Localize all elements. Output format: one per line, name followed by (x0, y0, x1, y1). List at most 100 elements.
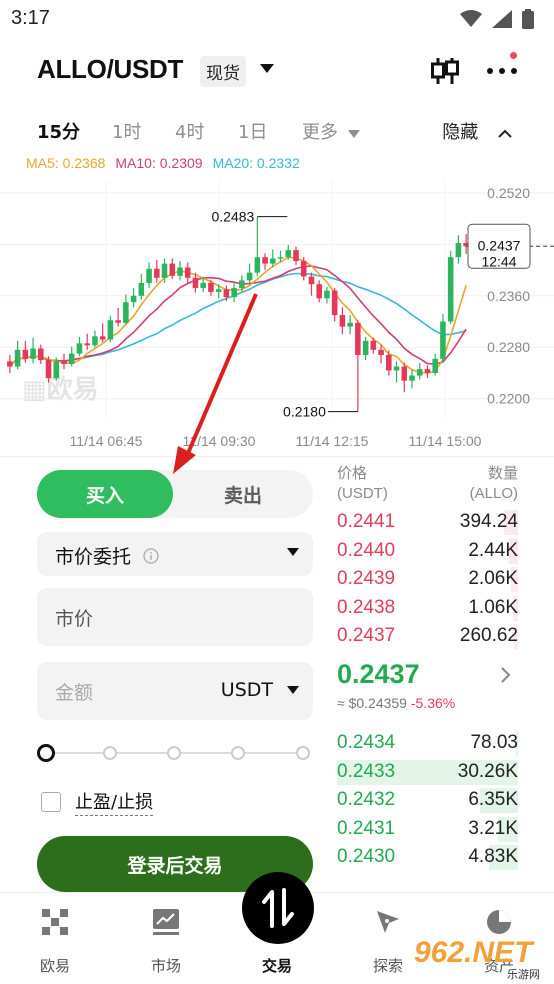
candle-body (316, 284, 322, 299)
candle-body (184, 267, 191, 278)
bid-row[interactable]: 0.2432 6.35K (337, 786, 518, 815)
x-tick-label: 11/14 12:15 (296, 433, 369, 449)
x-tick-label: 11/14 15:00 (409, 433, 482, 449)
pie-chart-icon (487, 910, 511, 934)
candle-body (169, 263, 176, 276)
battery-icon (522, 9, 534, 29)
candle-body (440, 321, 446, 359)
sell-tab[interactable]: 卖出 (173, 470, 313, 518)
order-type-label: 市价委托 (55, 542, 159, 569)
amount-field[interactable]: 金额 USDT (37, 662, 313, 720)
hide-chart-toggle[interactable]: 隐藏 (442, 118, 512, 144)
candle-body (239, 280, 245, 289)
current-price-label: 0.2437 (478, 237, 521, 253)
ask-qty: 2.06K (468, 568, 518, 590)
candle-body (130, 295, 137, 303)
candle-body (45, 360, 52, 379)
swap-arrows-icon (262, 888, 294, 928)
header-actions (430, 56, 518, 86)
amount-unit-select[interactable]: USDT (221, 679, 299, 701)
bid-price: 0.2430 (337, 846, 396, 868)
candle-body (107, 320, 114, 340)
wifi-icon (460, 10, 482, 27)
candlestick-chart[interactable]: 0.25200.24400.23600.22800.220011/14 06:4… (0, 180, 554, 450)
candle-body (115, 320, 121, 323)
ask-row[interactable]: 0.2439 2.06K (337, 565, 518, 594)
last-usd: ≈ $0.24359 (337, 694, 407, 711)
ask-row[interactable]: 0.2438 1.06K (337, 594, 518, 623)
candle-body (231, 288, 237, 298)
candle-body (432, 358, 438, 373)
bid-qty: 4.83K (468, 846, 518, 868)
compass-icon (377, 911, 399, 933)
nav-market[interactable]: 市场 (121, 907, 211, 976)
hide-chart-label: 隐藏 (442, 122, 479, 143)
caret-down-icon (347, 130, 360, 138)
bid-row[interactable]: 0.2433 30.26K (337, 758, 518, 787)
tab-1d[interactable]: 1日 (238, 118, 267, 144)
tab-more[interactable]: 更多 (302, 118, 360, 144)
pair-title[interactable]: ALLO/USDT (37, 54, 183, 85)
ask-qty: 2.44K (468, 539, 518, 561)
price-chart[interactable]: 0.25200.24400.23600.22800.220011/14 06:4… (0, 180, 554, 450)
bid-row[interactable]: 0.2431 3.21K (337, 815, 518, 844)
caret-down-icon[interactable] (260, 64, 274, 73)
last-price: 0.2437 (337, 658, 420, 689)
status-time: 3:17 (11, 7, 50, 29)
candle-body (76, 343, 83, 354)
ma5-label: MA5: 0.2368 (26, 155, 106, 171)
candlestick-icon[interactable] (430, 56, 460, 86)
market-type-badge: 现货 (200, 56, 246, 87)
ask-qty: 260.62 (459, 625, 518, 647)
candle-body (455, 243, 462, 258)
candle-body (14, 349, 21, 367)
info-icon (143, 548, 159, 564)
buy-tab[interactable]: 买入 (37, 470, 173, 518)
candle-body (223, 289, 230, 298)
y-tick-label: 0.2280 (487, 339, 530, 355)
price-field[interactable]: 市价 (37, 588, 313, 646)
tpsl-checkbox[interactable] (41, 792, 61, 812)
candle-body (161, 263, 168, 278)
candle-body (347, 322, 353, 327)
order-book-header: 价格 (USDT) 数量 (ALLO) (337, 464, 518, 508)
ask-row[interactable]: 0.2441 394.24 (337, 508, 518, 537)
ask-price: 0.2437 (337, 625, 396, 647)
tab-15m[interactable]: 15分 (37, 118, 80, 144)
candle-body (308, 276, 315, 285)
last-price-sub: ≈ $0.24359 -5.36% (337, 695, 455, 711)
candle-body (99, 336, 106, 340)
x-tick-label: 11/14 09:30 (183, 433, 256, 449)
nav-okx[interactable]: 欧易 (10, 907, 100, 976)
ask-row[interactable]: 0.2437 260.62 (337, 622, 518, 651)
ma10-label: MA10: 0.2309 (115, 155, 203, 171)
timeframe-tabs: 15分 1时 4时 1日 更多 隐藏 (0, 112, 554, 148)
high-price-label: 0.2483 (212, 209, 255, 225)
candle-body (215, 289, 222, 292)
order-type-select[interactable]: 市价委托 (37, 532, 313, 576)
tab-4h[interactable]: 4时 (175, 118, 204, 144)
candle-body (208, 282, 214, 292)
candle-body (424, 369, 431, 373)
candle-body (339, 315, 346, 327)
last-price-block[interactable]: 0.2437 ≈ $0.24359 -5.36% (337, 651, 518, 729)
candle-body (22, 349, 29, 359)
candle-body (401, 366, 408, 381)
candle-body (38, 348, 44, 361)
amount-slider[interactable] (37, 740, 313, 766)
more-icon[interactable] (486, 67, 518, 75)
bid-row[interactable]: 0.2430 4.83K (337, 843, 518, 872)
ask-row[interactable]: 0.2440 2.44K (337, 537, 518, 566)
bid-qty: 30.26K (457, 760, 518, 782)
bid-row[interactable]: 0.2434 78.03 (337, 729, 518, 758)
slider-stops (37, 744, 310, 762)
bid-qty: 78.03 (470, 731, 518, 753)
ask-qty: 394.24 (459, 511, 518, 532)
tpsl-label[interactable]: 止盈/止损 (75, 788, 154, 816)
candle-body (68, 353, 75, 364)
chevron-right-icon[interactable] (500, 667, 510, 683)
tab-1h[interactable]: 1时 (112, 118, 141, 144)
candle-body (200, 282, 206, 289)
candle-body (192, 277, 199, 289)
trade-fab-button[interactable] (242, 872, 314, 944)
